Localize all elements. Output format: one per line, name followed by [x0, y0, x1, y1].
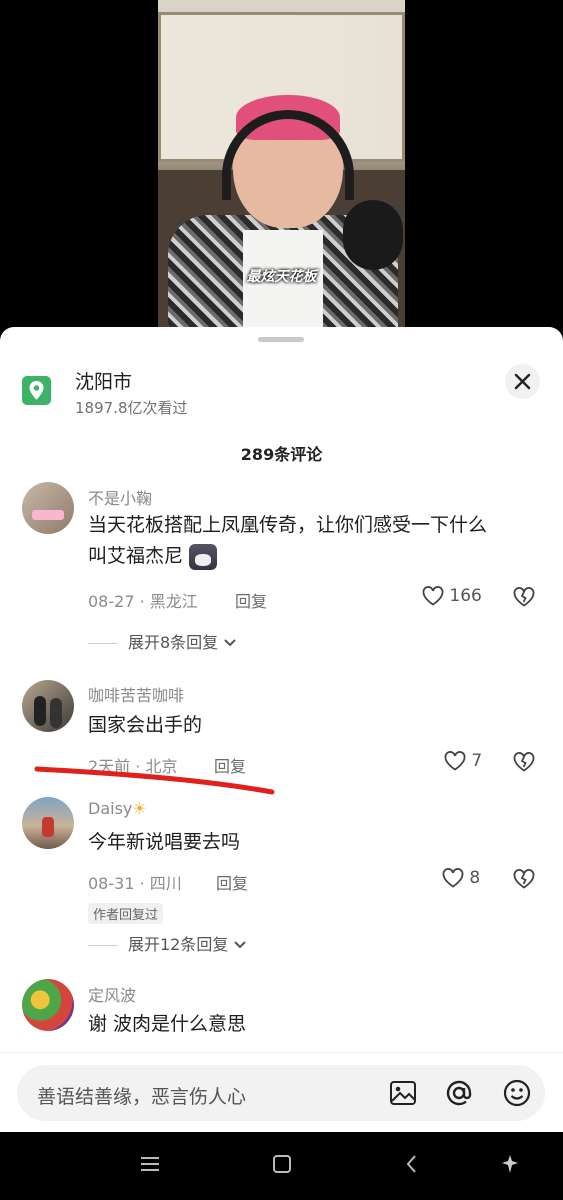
at-mention-icon[interactable]: [444, 1078, 474, 1108]
system-navigation-bar: [0, 1132, 563, 1200]
dislike-button[interactable]: [513, 868, 535, 889]
assistant-icon[interactable]: [498, 1152, 522, 1176]
menu-icon[interactable]: [138, 1152, 162, 1176]
avatar[interactable]: [22, 979, 74, 1031]
comment-username[interactable]: 定风波: [88, 982, 136, 1006]
red-annotation-line: [34, 766, 275, 795]
home-icon[interactable]: [270, 1152, 294, 1176]
avatar[interactable]: [22, 797, 74, 849]
comment-input[interactable]: 善语结善缘，恶言伤人心: [17, 1065, 545, 1121]
video-frame: 最炫天花板: [158, 0, 405, 330]
back-icon[interactable]: [400, 1152, 424, 1176]
reply-button[interactable]: 回复: [216, 870, 248, 894]
video-player[interactable]: 最炫天花板: [0, 0, 563, 330]
comments-sheet: 沈阳市 1897.8亿次看过 289条评论 不是小鞠 当天花板搭配上凤凰传奇，让…: [0, 327, 563, 1132]
comment-username[interactable]: Daisy☀: [88, 799, 147, 818]
comment-text: 谢 波肉是什么意思: [88, 1013, 247, 1035]
image-icon[interactable]: [388, 1078, 418, 1108]
broken-heart-icon: [513, 868, 535, 889]
heart-icon: [442, 868, 464, 888]
author-replied-badge: 作者回复过: [88, 903, 164, 924]
input-placeholder: 善语结善缘，恶言伤人心: [37, 1086, 247, 1108]
like-count: 8: [469, 868, 481, 888]
microphone: [343, 200, 403, 270]
emoji-icon[interactable]: [502, 1078, 532, 1108]
comment-meta: 08-31 · 四川: [88, 874, 182, 893]
comment-input-bar: 善语结善缘，恶言伤人心: [0, 1052, 563, 1133]
comment-text: 今年新说唱要去吗: [88, 831, 241, 853]
video-caption: 最炫天花板: [246, 269, 317, 285]
chevron-down-icon: [234, 941, 247, 949]
like-button[interactable]: 8: [442, 868, 480, 888]
sun-emoji-icon: ☀: [132, 799, 147, 818]
expand-replies-button[interactable]: 展开12条回复: [88, 931, 247, 955]
